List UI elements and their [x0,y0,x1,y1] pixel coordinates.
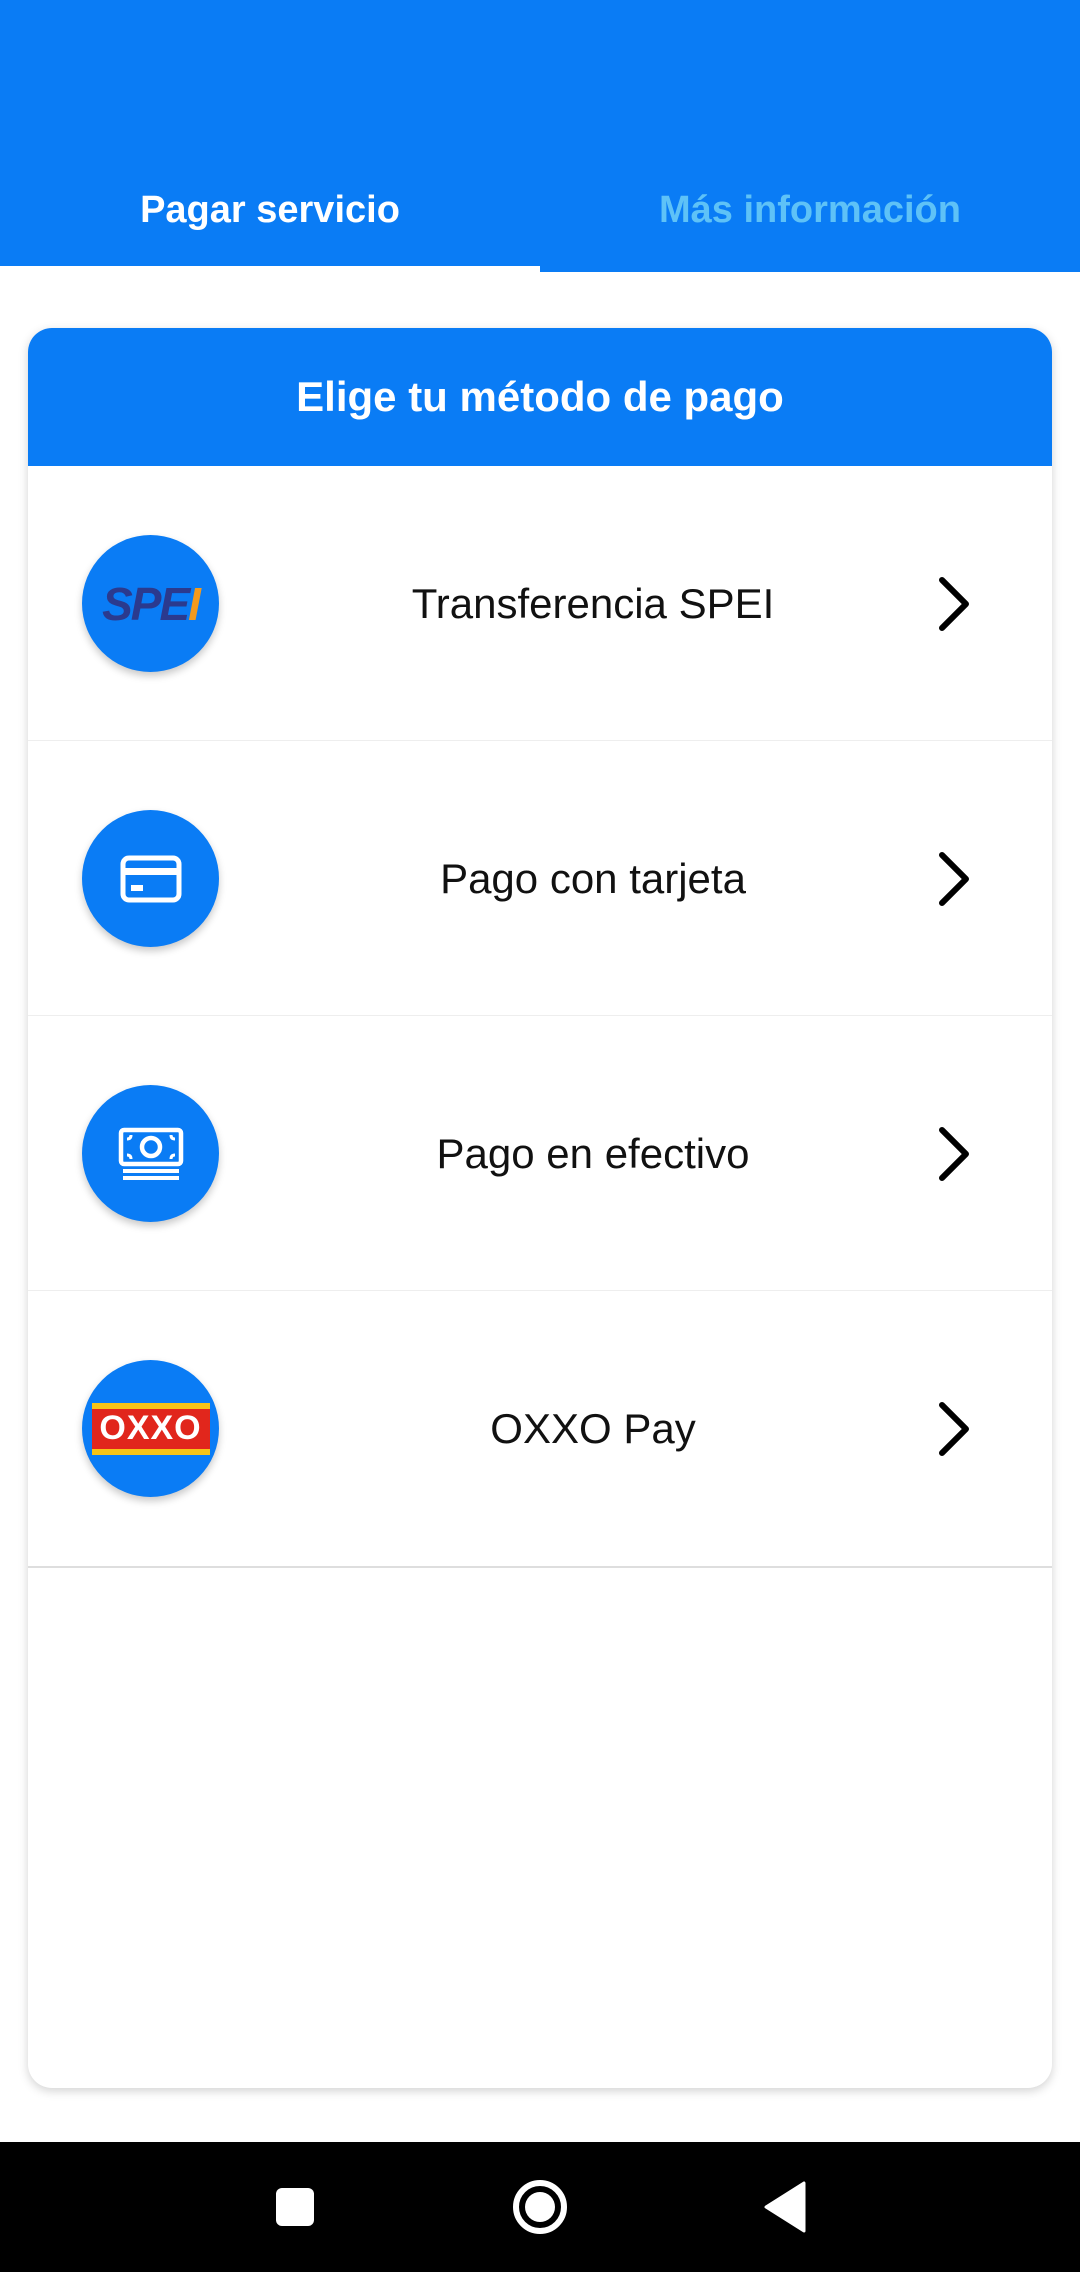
payment-method-card: Elige tu método de pago SPEI Transferenc… [28,328,1052,2088]
spei-logo-accent: I [188,577,201,630]
recent-apps-icon[interactable] [260,2172,330,2242]
payment-method-spei[interactable]: SPEI Transferencia SPEI [28,466,1052,741]
chevron-right-icon [926,1401,982,1457]
chevron-right-icon [926,576,982,632]
chevron-right-icon [926,1126,982,1182]
spei-logo-text: SPE [102,577,190,630]
home-icon[interactable] [505,2172,575,2242]
payment-method-label: Transferencia SPEI [411,580,775,627]
chevron-right-icon [926,851,982,907]
back-icon[interactable] [750,2172,820,2242]
tab-indicator [0,266,540,272]
payment-method-cash[interactable]: Pago en efectivo [28,1016,1052,1291]
app-header: Pagar servicio Más información [0,0,1080,272]
tab-pagar-servicio[interactable]: Pagar servicio [0,170,540,250]
payment-method-label: Pago en efectivo [436,1130,750,1177]
tab-mas-informacion[interactable]: Más información [540,170,1080,250]
credit-card-icon [82,810,219,947]
payment-method-label: OXXO Pay [490,1405,696,1452]
cash-icon [82,1085,219,1222]
payment-method-oxxo[interactable]: OXXO OXXO Pay [28,1291,1052,1566]
payment-method-list: SPEI Transferencia SPEI Pago con tarjeta [28,466,1052,1568]
card-title: Elige tu método de pago [28,328,1052,466]
spei-logo-icon: SPEI [82,535,219,672]
payment-method-card-option[interactable]: Pago con tarjeta [28,741,1052,1016]
oxxo-logo-icon: OXXO [82,1360,219,1497]
oxxo-logo-text: OXXO [91,1402,210,1455]
system-navigation-bar [0,2142,1080,2272]
payment-method-label: Pago con tarjeta [440,855,746,902]
